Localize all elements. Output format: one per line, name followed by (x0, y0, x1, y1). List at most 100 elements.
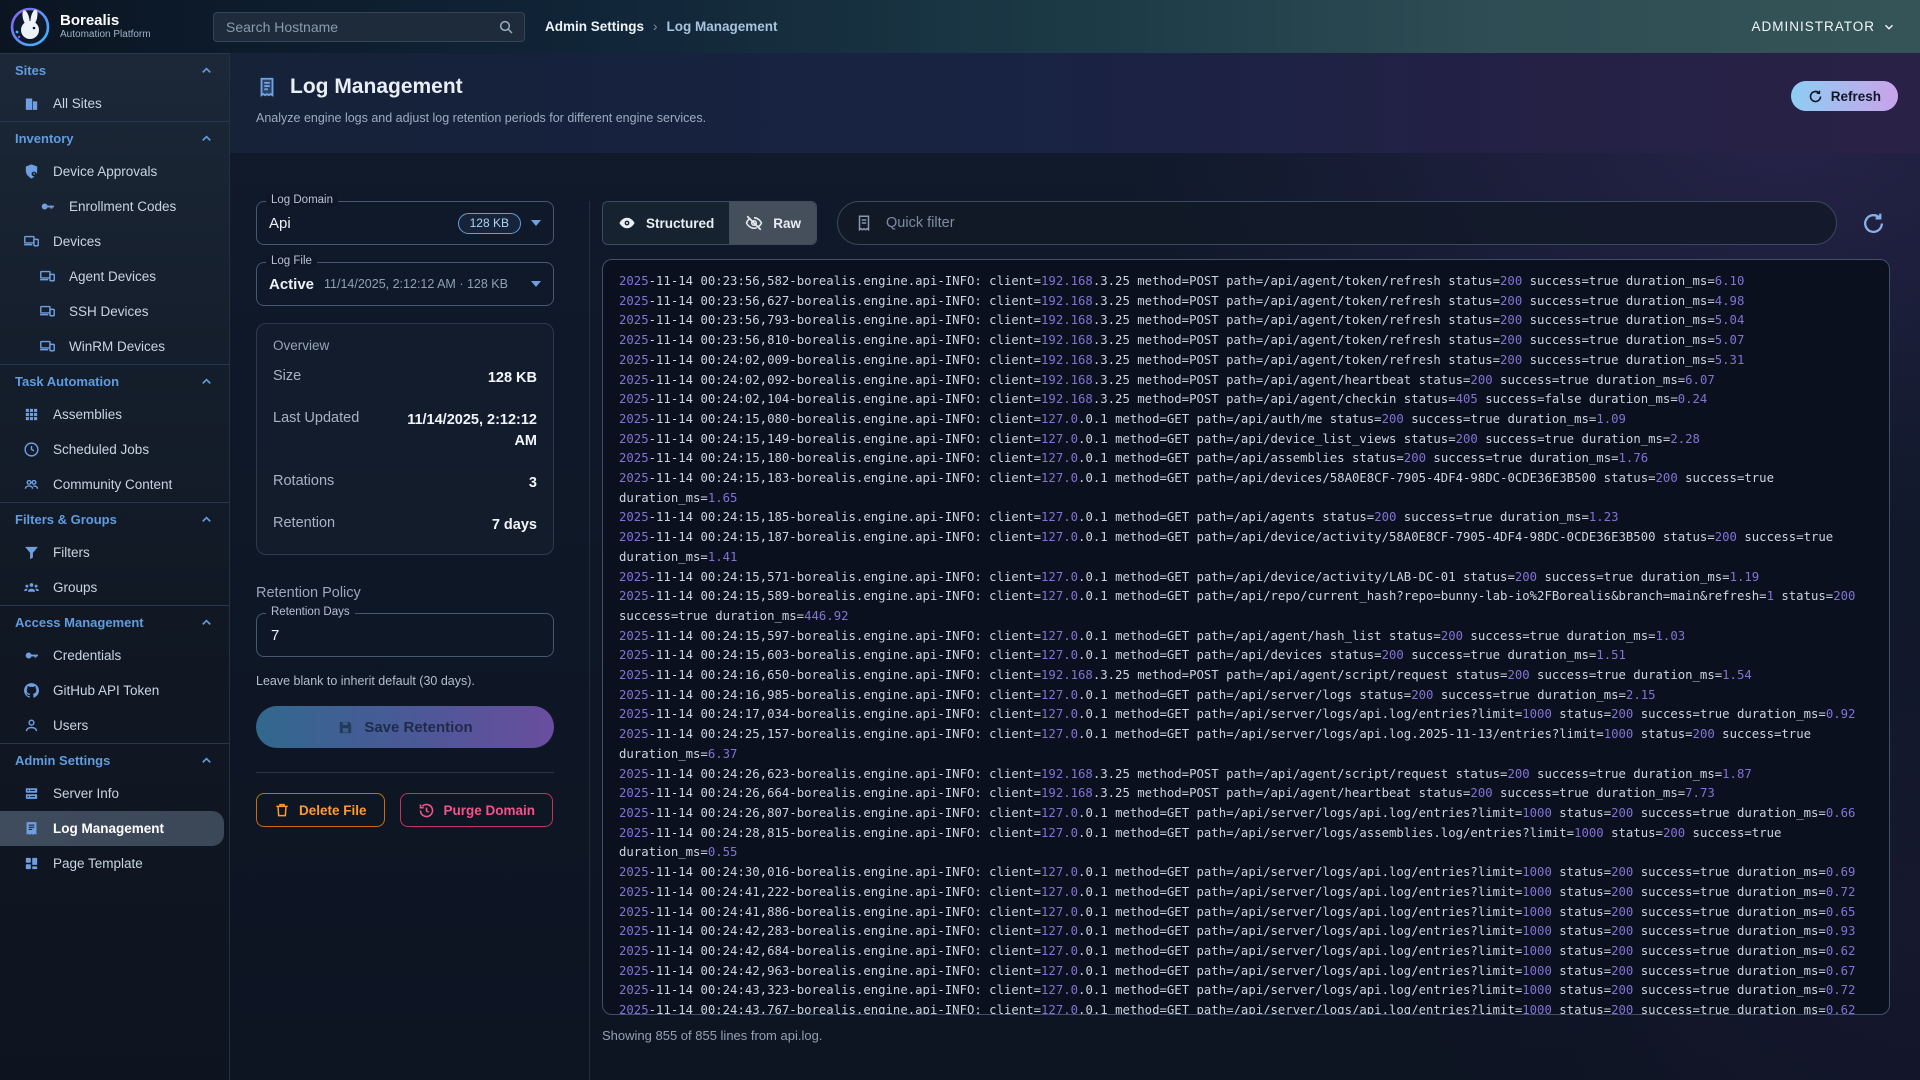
sidebar-item-scheduled-jobs[interactable]: Scheduled Jobs (0, 432, 229, 467)
sidebar-item-devices[interactable]: Devices (0, 224, 229, 259)
user-menu[interactable]: ADMINISTRATOR (1751, 19, 1920, 34)
divider (256, 772, 554, 773)
key-icon (38, 198, 56, 215)
sidebar-item-page-template[interactable]: Page Template (0, 846, 229, 881)
sidebar-item-enrollment-codes[interactable]: Enrollment Codes (0, 189, 229, 224)
log-line: 2025-11-14 00:24:41,222-borealis.engine.… (619, 883, 1873, 903)
log-line: 2025-11-14 00:24:15,080-borealis.engine.… (619, 410, 1873, 430)
dropdown-caret-icon (531, 281, 541, 287)
view-mode-toggle: Structured Raw (602, 201, 817, 245)
log-line: 2025-11-14 00:24:25,157-borealis.engine.… (619, 725, 1873, 764)
raw-toggle[interactable]: Raw (730, 202, 816, 244)
sidebar-item-credentials[interactable]: Credentials (0, 638, 229, 673)
trash-icon (274, 802, 290, 818)
search-input[interactable] (224, 18, 498, 36)
sidebar-item-winrm-devices[interactable]: WinRM Devices (0, 329, 229, 364)
search-hostname-box[interactable] (213, 12, 525, 42)
reload-logs-button[interactable] (1857, 207, 1890, 240)
sidebar-section-inventory[interactable]: Inventory (0, 121, 229, 154)
sidebar-item-label: Page Template (53, 856, 143, 871)
refresh-button[interactable]: Refresh (1791, 81, 1898, 111)
log-line: 2025-11-14 00:23:56,793-borealis.engine.… (619, 311, 1873, 331)
quick-filter-box[interactable] (837, 201, 1837, 245)
reload-icon (1861, 211, 1886, 236)
log-viewer-panel: Structured Raw (589, 201, 1890, 1080)
log-line: 2025-11-14 00:24:02,009-borealis.engine.… (619, 351, 1873, 371)
sidebar-section-filters-groups[interactable]: Filters & Groups (0, 502, 229, 535)
sidebar-item-label: Scheduled Jobs (53, 442, 149, 457)
log-count-status: Showing 855 of 855 lines from api.log. (602, 1028, 1890, 1043)
sidebar-item-label: Groups (53, 580, 97, 595)
sidebar-item-server-info[interactable]: Server Info (0, 776, 229, 811)
sidebar-section-access-management[interactable]: Access Management (0, 605, 229, 638)
sidebar-item-users[interactable]: Users (0, 708, 229, 743)
save-retention-button[interactable]: Save Retention (256, 706, 554, 748)
log-line: 2025-11-14 00:23:56,810-borealis.engine.… (619, 331, 1873, 351)
user-icon (22, 717, 40, 734)
sidebar-section-sites[interactable]: Sites (0, 53, 229, 86)
sidebar-item-label: GitHub API Token (53, 683, 159, 698)
sidebar-item-log-management[interactable]: Log Management (0, 811, 224, 846)
log-line: 2025-11-14 00:24:43,323-borealis.engine.… (619, 981, 1873, 1001)
sidebar-item-assemblies[interactable]: Assemblies (0, 397, 229, 432)
devices-icon (38, 303, 56, 320)
chevron-up-icon (199, 63, 214, 78)
sidebar-item-label: Server Info (53, 786, 119, 801)
log-file-meta: 11/14/2025, 2:12:12 AM · 128 KB (324, 277, 508, 291)
log-line: 2025-11-14 00:24:02,092-borealis.engine.… (619, 371, 1873, 391)
search-icon (498, 19, 514, 35)
sidebar-item-agent-devices[interactable]: Agent Devices (0, 259, 229, 294)
quick-filter-input[interactable] (884, 214, 1819, 232)
log-line: 2025-11-14 00:23:56,627-borealis.engine.… (619, 292, 1873, 312)
log-icon (22, 820, 40, 837)
sidebar-section-admin-settings[interactable]: Admin Settings (0, 743, 229, 776)
sidebar-item-all-sites[interactable]: All Sites (0, 86, 229, 121)
log-output[interactable]: 2025-11-14 00:23:56,582-borealis.engine.… (602, 259, 1890, 1015)
chevron-up-icon (199, 374, 214, 389)
page-header: Log Management Analyze engine logs and a… (230, 53, 1920, 153)
breadcrumb-log-management[interactable]: Log Management (667, 19, 778, 34)
clock-icon (22, 441, 40, 458)
sidebar-section-task-automation[interactable]: Task Automation (0, 364, 229, 397)
app-root: Borealis Automation Platform Admin Setti… (0, 0, 1920, 1080)
sidebar-item-groups[interactable]: Groups (0, 570, 229, 605)
overview-title: Overview (273, 338, 537, 353)
chevron-up-icon (199, 512, 214, 527)
log-line: 2025-11-14 00:24:02,104-borealis.engine.… (619, 390, 1873, 410)
log-file-select[interactable]: Log File Active 11/14/2025, 2:12:12 AM ·… (256, 262, 554, 306)
filter-icon (22, 544, 40, 561)
log-line: 2025-11-14 00:24:30,016-borealis.engine.… (619, 863, 1873, 883)
log-line: 2025-11-14 00:24:15,180-borealis.engine.… (619, 449, 1873, 469)
log-file-value: Active (269, 276, 314, 293)
sidebar-item-device-approvals[interactable]: Device Approvals (0, 154, 229, 189)
log-domain-size-badge: 128 KB (458, 213, 521, 234)
devices-icon (22, 233, 40, 250)
delete-file-button[interactable]: Delete File (256, 793, 385, 827)
log-line: 2025-11-14 00:24:15,187-borealis.engine.… (619, 528, 1873, 567)
sidebar-item-label: Users (53, 718, 88, 733)
devices-icon (38, 338, 56, 355)
sidebar-item-label: All Sites (53, 96, 102, 111)
sidebar-item-label: Community Content (53, 477, 172, 492)
retention-days-field[interactable]: Retention Days (256, 613, 554, 657)
retention-days-input[interactable] (269, 626, 541, 645)
retention-days-label: Retention Days (266, 606, 355, 618)
chevron-down-icon (1882, 20, 1896, 34)
log-line: 2025-11-14 00:24:15,589-borealis.engine.… (619, 587, 1873, 626)
structured-toggle[interactable]: Structured (603, 202, 730, 244)
overview-card: Overview Size128 KBLast Updated11/14/202… (256, 323, 554, 555)
log-line: 2025-11-14 00:24:41,886-borealis.engine.… (619, 903, 1873, 923)
sidebar-item-filters[interactable]: Filters (0, 535, 229, 570)
log-line: 2025-11-14 00:24:15,603-borealis.engine.… (619, 646, 1873, 666)
brand-name: Borealis (60, 12, 151, 29)
sidebar-item-label: Device Approvals (53, 164, 157, 179)
purge-domain-button[interactable]: Purge Domain (400, 793, 554, 827)
user-menu-label: ADMINISTRATOR (1751, 19, 1875, 34)
sidebar-item-ssh-devices[interactable]: SSH Devices (0, 294, 229, 329)
log-domain-select[interactable]: Log Domain Api 128 KB (256, 201, 554, 245)
breadcrumb: Admin Settings › Log Management (545, 19, 778, 34)
breadcrumb-admin-settings[interactable]: Admin Settings (545, 19, 644, 34)
log-filter-icon (855, 214, 873, 232)
sidebar-item-community-content[interactable]: Community Content (0, 467, 229, 502)
sidebar-item-github-api-token[interactable]: GitHub API Token (0, 673, 229, 708)
